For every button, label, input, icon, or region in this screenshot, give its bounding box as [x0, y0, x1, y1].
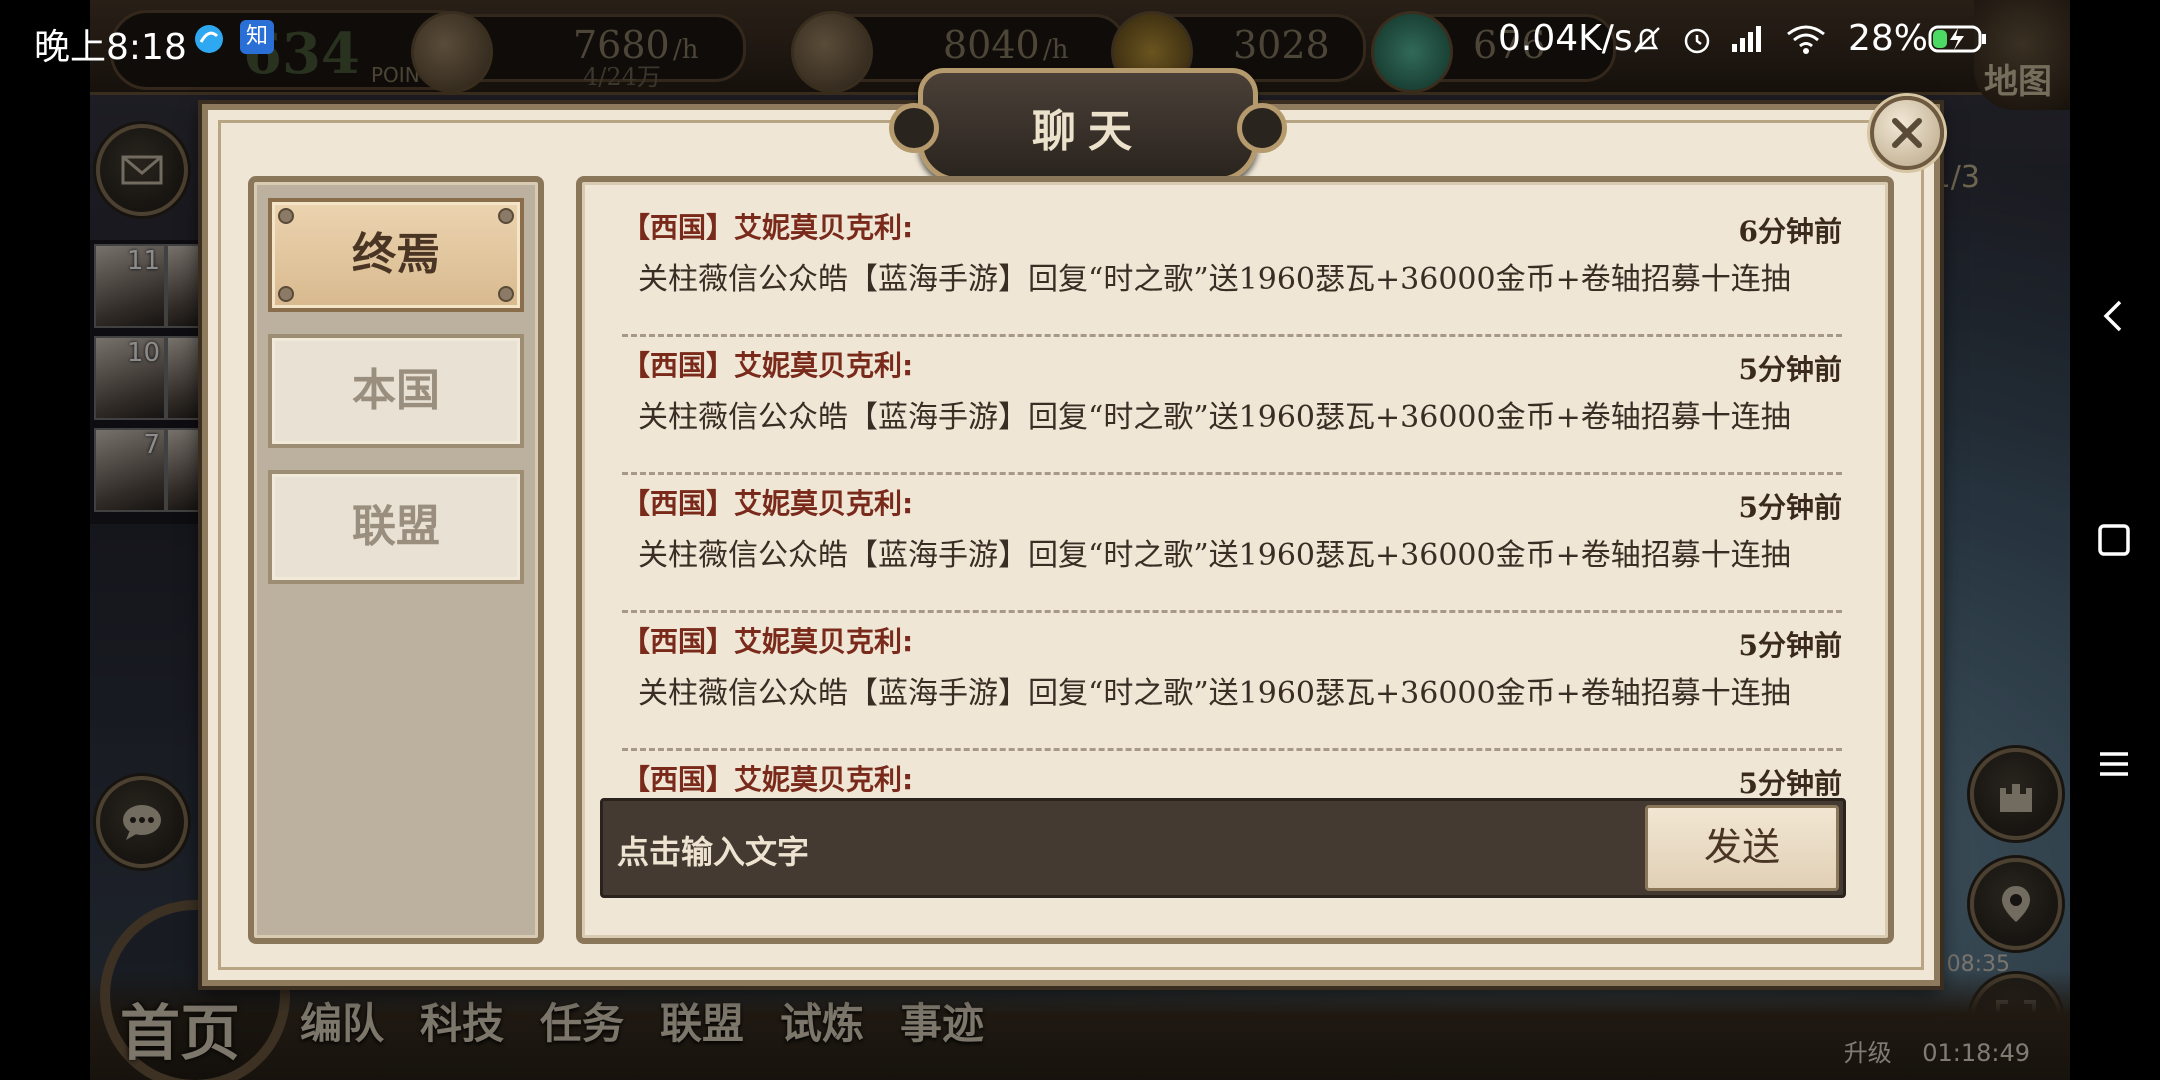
close-icon: [1892, 118, 1922, 148]
message-time: 6分钟前: [1738, 215, 1842, 248]
channel-sidebar: 终焉 本国 联盟: [248, 176, 544, 944]
message-text: 关柱薇信公众皓【蓝海手游】回复“时之歌”送1960瑟瓦+36000金币+卷轴招募…: [638, 676, 1791, 711]
alarm-icon: [1684, 28, 1710, 54]
tab-label: 终焉: [352, 229, 440, 280]
tab-alliance[interactable]: 联盟: [268, 470, 524, 584]
close-button[interactable]: [1870, 96, 1944, 170]
wifi-icon: [1787, 25, 1825, 54]
tab-label: 联盟: [352, 501, 440, 552]
battery-percent: 28%: [1848, 18, 1929, 59]
status-bar: 晚上8:18 知 0.04K/s 28%: [0, 0, 2070, 76]
message-sender[interactable]: 【西国】艾妮莫贝克利:: [622, 620, 913, 660]
message-time: 5分钟前: [1738, 767, 1842, 800]
message-sender[interactable]: 【西国】艾妮莫贝克利:: [622, 482, 913, 522]
zhihu-icon: 知: [240, 20, 274, 54]
chat-input[interactable]: 点击输入文字: [617, 827, 809, 873]
chat-input-bar: 点击输入文字 发送: [600, 798, 1846, 898]
back-icon[interactable]: [2094, 296, 2134, 336]
status-time: 晚上8:18: [34, 27, 187, 68]
chat-message: 【西国】艾妮莫贝克利: 5分钟前 关柱薇信公众皓【蓝海手游】回复“时之歌”送19…: [622, 472, 1842, 613]
chat-message: 【西国】艾妮莫贝克利: 5分钟前 关柱薇信公众皓【蓝海手游】回复“时之歌”送19…: [622, 334, 1842, 475]
mute-bell-icon: [1634, 27, 1660, 53]
battery-charging-icon: [1928, 25, 1986, 53]
message-text: 关柱薇信公众皓【蓝海手游】回复“时之歌”送1960瑟瓦+36000金币+卷轴招募…: [638, 262, 1791, 297]
chat-dialog: 聊天 终焉 本国 联盟 【西国】艾妮莫贝克利: 6分钟前 关柱薇信公众皓【蓝海手…: [202, 68, 1944, 986]
send-button[interactable]: 发送: [1645, 805, 1839, 891]
tab-label: 本国: [352, 365, 440, 416]
message-time: 5分钟前: [1738, 353, 1842, 386]
chat-message: 【西国】艾妮莫贝克利: 5分钟前 关柱薇信公众皓【蓝海手游】回复“时之歌”送19…: [622, 610, 1842, 751]
message-sender[interactable]: 【西国】艾妮莫贝克利:: [622, 206, 913, 246]
title-plate: 聊天: [889, 68, 1287, 182]
message-text: 关柱薇信公众皓【蓝海手游】回复“时之歌”送1960瑟瓦+36000金币+卷轴招募…: [638, 538, 1791, 573]
chat-message: 【西国】艾妮莫贝克利: 6分钟前 关柱薇信公众皓【蓝海手游】回复“时之歌”送19…: [622, 196, 1842, 337]
app-notification-icon: [195, 25, 223, 53]
message-sender[interactable]: 【西国】艾妮莫贝克利:: [622, 344, 913, 384]
network-speed: 0.04K/s: [1498, 18, 1633, 59]
dialog-title: 聊天: [1032, 106, 1144, 157]
home-square-icon[interactable]: [2094, 520, 2134, 560]
message-sender[interactable]: 【西国】艾妮莫贝克利:: [622, 758, 913, 798]
message-text: 关柱薇信公众皓【蓝海手游】回复“时之歌”送1960瑟瓦+36000金币+卷轴招募…: [638, 400, 1791, 435]
message-time: 5分钟前: [1738, 629, 1842, 662]
tab-country[interactable]: 本国: [268, 334, 524, 448]
system-nav-bar: [2070, 0, 2160, 1080]
chat-messages[interactable]: 【西国】艾妮莫贝克利: 6分钟前 关柱薇信公众皓【蓝海手游】回复“时之歌”送19…: [576, 176, 1894, 944]
message-time: 5分钟前: [1738, 491, 1842, 524]
menu-icon[interactable]: [2094, 744, 2134, 784]
signal-icon: [1732, 26, 1761, 52]
tab-endtimes[interactable]: 终焉: [268, 198, 524, 312]
